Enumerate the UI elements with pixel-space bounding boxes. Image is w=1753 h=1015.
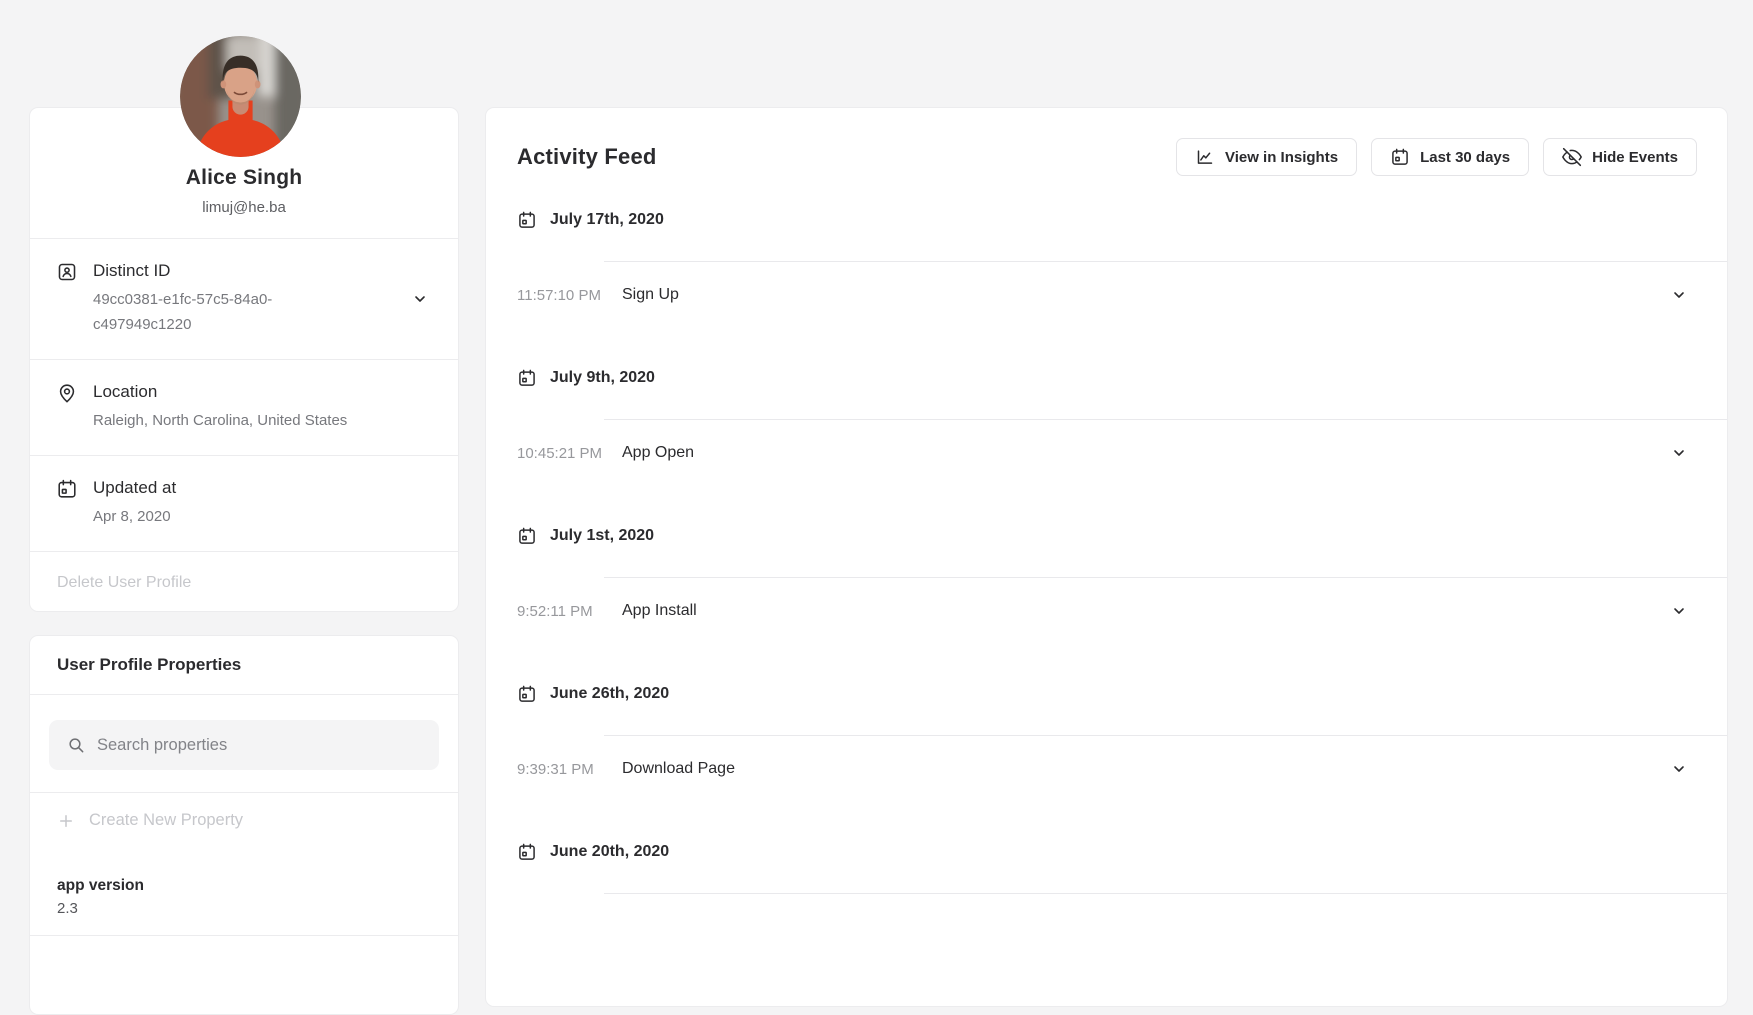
event-list: 9:39:31 PM Download Page — [517, 736, 1727, 802]
date-header: July 9th, 2020 — [517, 366, 1727, 390]
date-range-label: Last 30 days — [1420, 149, 1510, 166]
divider — [604, 893, 1727, 894]
hide-events-button[interactable]: Hide Events — [1543, 138, 1697, 176]
event-time: 9:52:11 PM — [517, 603, 622, 620]
event-list: 10:45:21 PM App Open — [517, 420, 1727, 486]
event-time: 9:39:31 PM — [517, 761, 622, 778]
updated-at-label: Updated at — [93, 478, 404, 498]
event-time: 11:57:10 PM — [517, 287, 622, 304]
date-header: June 20th, 2020 — [517, 840, 1727, 864]
updated-at-section: Updated at Apr 8, 2020 — [30, 456, 458, 552]
chevron-down-icon[interactable] — [1671, 761, 1687, 777]
activity-date-group: June 20th, 2020 — [486, 840, 1727, 894]
calendar-icon — [517, 842, 537, 862]
id-badge-icon — [56, 261, 78, 283]
date-label: July 9th, 2020 — [550, 369, 655, 387]
date-header: June 26th, 2020 — [517, 682, 1727, 706]
date-label: June 26th, 2020 — [550, 685, 669, 703]
location-label: Location — [93, 382, 404, 402]
create-new-property-button[interactable]: Create New Property — [30, 793, 458, 849]
distinct-id-line1: 49cc0381-e1fc-57c5-84a0- — [93, 287, 404, 312]
updated-at-value: Apr 8, 2020 — [93, 504, 404, 529]
property-item: app version 2.3 — [30, 849, 458, 936]
view-in-insights-label: View in Insights — [1225, 149, 1338, 166]
page-title: Activity Feed — [517, 144, 657, 170]
calendar-icon — [56, 478, 78, 500]
calendar-icon — [1390, 147, 1410, 167]
date-label: July 17th, 2020 — [550, 211, 664, 229]
activity-date-group: June 26th, 2020 9:39:31 PM Download Page — [486, 682, 1727, 802]
map-pin-icon — [56, 382, 78, 404]
event-row[interactable]: 9:39:31 PM Download Page — [517, 736, 1727, 802]
event-time: 10:45:21 PM — [517, 445, 622, 462]
chevron-down-icon[interactable] — [1671, 603, 1687, 619]
plus-icon — [57, 812, 75, 830]
activity-date-group: July 1st, 2020 9:52:11 PM App Install — [486, 524, 1727, 644]
chevron-down-icon[interactable] — [412, 291, 428, 307]
user-name: Alice Singh — [50, 166, 438, 190]
chevron-down-icon[interactable] — [1671, 287, 1687, 303]
calendar-icon — [517, 526, 537, 546]
user-profile-card: Alice Singh limuj@he.ba Distinct ID 49cc… — [29, 107, 459, 612]
date-label: July 1st, 2020 — [550, 527, 654, 545]
search-box — [49, 720, 439, 770]
hide-events-label: Hide Events — [1592, 149, 1678, 166]
activity-feed-card: Activity Feed View in Insights Last 30 d… — [485, 107, 1728, 1007]
event-row[interactable]: 9:52:11 PM App Install — [517, 578, 1727, 644]
line-chart-icon — [1195, 147, 1215, 167]
event-name: App Open — [622, 444, 1671, 462]
distinct-id-line2: c497949c1220 — [93, 312, 404, 337]
search-properties-input[interactable] — [49, 720, 439, 770]
activity-date-group: July 9th, 2020 10:45:21 PM App Open — [486, 366, 1727, 486]
properties-search-row — [30, 695, 458, 793]
properties-header: User Profile Properties — [30, 636, 458, 695]
distinct-id-label: Distinct ID — [93, 261, 404, 281]
calendar-icon — [517, 210, 537, 230]
date-label: June 20th, 2020 — [550, 843, 669, 861]
calendar-icon — [517, 684, 537, 704]
create-new-property-label: Create New Property — [89, 811, 243, 830]
activity-groups: July 17th, 2020 11:57:10 PM Sign Up July… — [486, 208, 1727, 894]
location-value: Raleigh, North Carolina, United States — [93, 408, 404, 433]
delete-user-profile-button[interactable]: Delete User Profile — [30, 552, 458, 614]
event-row[interactable]: 11:57:10 PM Sign Up — [517, 262, 1727, 328]
properties-title: User Profile Properties — [57, 655, 431, 675]
date-range-button[interactable]: Last 30 days — [1371, 138, 1529, 176]
date-header: July 17th, 2020 — [517, 208, 1727, 232]
user-email: limuj@he.ba — [50, 199, 438, 216]
property-name: app version — [57, 877, 431, 895]
properties-list: app version 2.3 — [30, 849, 458, 936]
location-section: Location Raleigh, North Carolina, United… — [30, 360, 458, 456]
property-value: 2.3 — [57, 900, 431, 917]
distinct-id-value: 49cc0381-e1fc-57c5-84a0- c497949c1220 — [93, 287, 404, 337]
event-name: Sign Up — [622, 286, 1671, 304]
date-header: July 1st, 2020 — [517, 524, 1727, 548]
calendar-icon — [517, 368, 537, 388]
event-name: Download Page — [622, 760, 1671, 778]
feed-actions: View in Insights Last 30 days Hide Event… — [1176, 138, 1697, 176]
event-list: 11:57:10 PM Sign Up — [517, 262, 1727, 328]
event-row[interactable]: 10:45:21 PM App Open — [517, 420, 1727, 486]
distinct-id-section: Distinct ID 49cc0381-e1fc-57c5-84a0- c49… — [30, 239, 458, 360]
eye-off-icon — [1562, 147, 1582, 167]
search-icon — [66, 735, 86, 755]
event-list: 9:52:11 PM App Install — [517, 578, 1727, 644]
chevron-down-icon[interactable] — [1671, 445, 1687, 461]
view-in-insights-button[interactable]: View in Insights — [1176, 138, 1357, 176]
event-name: App Install — [622, 602, 1671, 620]
user-profile-properties-card: User Profile Properties Create New Prope… — [29, 635, 459, 1015]
activity-feed-header: Activity Feed View in Insights Last 30 d… — [486, 108, 1727, 176]
activity-date-group: July 17th, 2020 11:57:10 PM Sign Up — [486, 208, 1727, 328]
avatar — [180, 36, 301, 157]
